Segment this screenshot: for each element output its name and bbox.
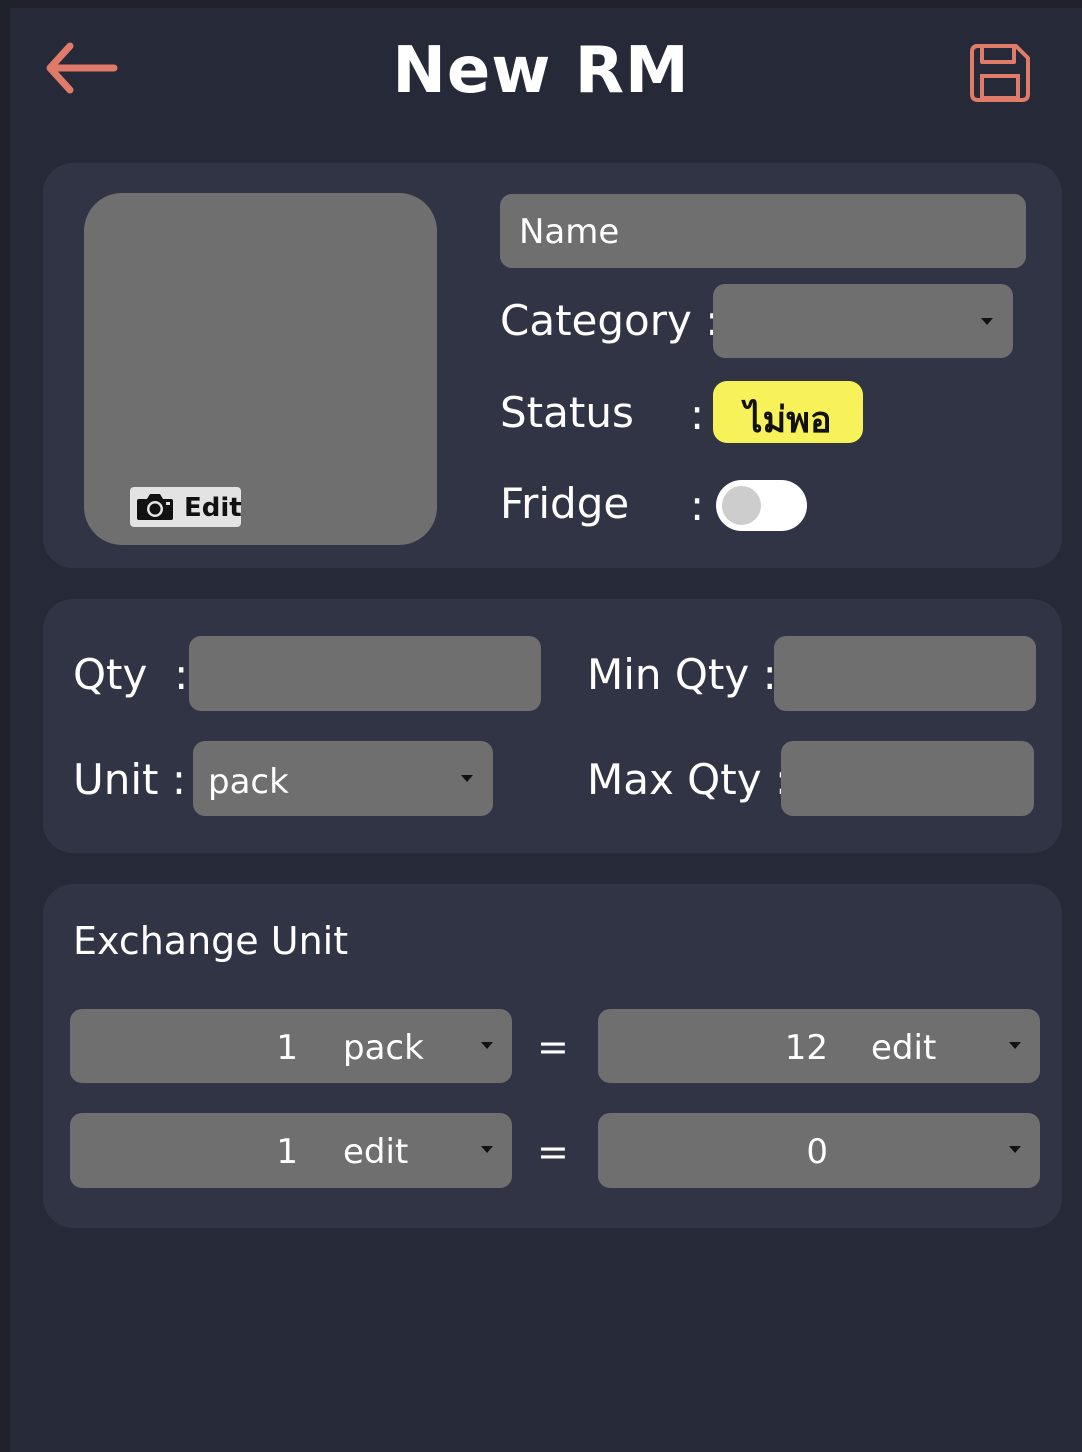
exchange-left-qty: 1 [276,1132,298,1172]
camera-icon [137,494,173,520]
unit-select[interactable]: pack [193,741,493,816]
name-input[interactable]: Name [500,194,1026,268]
equals-sign: = [537,1025,569,1069]
fridge-colon: : [690,481,705,530]
chevron-down-icon [461,775,473,782]
status-label: Status [500,388,634,437]
page-title: New RM [392,34,690,108]
save-button[interactable] [968,42,1032,104]
max-qty-input[interactable] [781,741,1034,816]
unit-value: pack [208,762,289,802]
status-badge: ไม่พอ [713,381,863,443]
photo-edit-label: Edit [184,493,242,523]
exchange-unit-title: Exchange Unit [73,919,349,963]
chevron-down-icon [1009,1146,1021,1153]
chevron-down-icon [481,1146,493,1153]
fridge-label: Fridge [500,479,630,528]
exchange-left-unit: edit [343,1132,409,1172]
chevron-down-icon [981,318,993,325]
chevron-down-icon [1009,1042,1021,1049]
exchange-row-2-left[interactable]: 1 edit [70,1113,512,1188]
chevron-down-icon [481,1042,493,1049]
max-qty-label: Max Qty : [587,755,790,804]
min-qty-label: Min Qty : [587,650,777,699]
unit-label: Unit : [73,755,186,804]
exchange-left-unit: pack [343,1028,424,1068]
exchange-left-qty: 1 [276,1028,298,1068]
exchange-right-qty: 0 [806,1132,828,1172]
category-select[interactable] [713,284,1013,358]
exchange-right-qty: 12 [784,1028,828,1068]
fridge-toggle[interactable] [716,480,807,531]
status-colon: : [690,390,705,439]
exchange-row-1-left[interactable]: 1 pack [70,1009,512,1083]
qty-input[interactable] [189,636,541,711]
photo-edit-button[interactable]: Edit [130,487,242,527]
floppy-disk-icon [970,44,1030,102]
status-badge-text: ไม่พอ [744,400,832,441]
category-label: Category : [500,296,720,345]
equals-sign: = [537,1130,569,1174]
min-qty-input[interactable] [774,636,1036,711]
toggle-knob [722,486,761,525]
qty-label: Qty : [73,650,189,699]
name-placeholder: Name [519,212,620,252]
exchange-row-1-right[interactable]: 12 edit [598,1009,1040,1083]
exchange-row-2-right[interactable]: 0 [598,1113,1040,1188]
exchange-right-unit: edit [871,1028,937,1068]
